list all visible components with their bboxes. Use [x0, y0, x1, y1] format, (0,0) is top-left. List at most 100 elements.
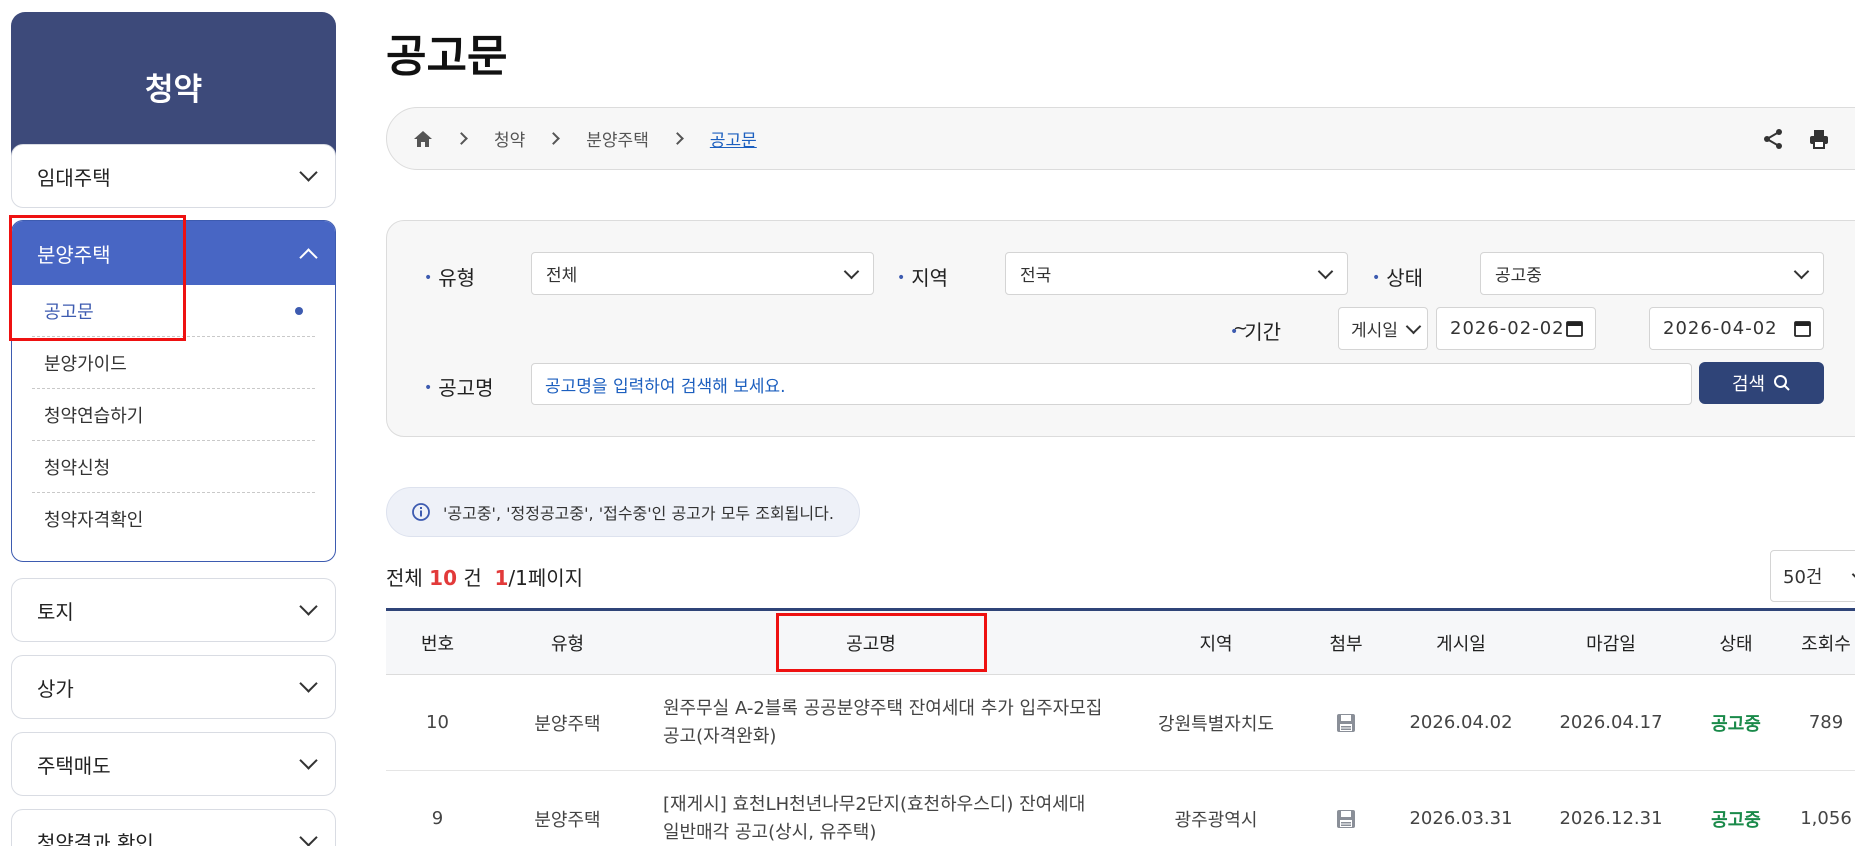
submenu-label: 분양가이드	[44, 353, 127, 375]
row-deadline-date: 2026.04.17	[1559, 712, 1663, 733]
column-header-region: 지역	[1199, 633, 1233, 655]
sidebar-item-rental[interactable]: 임대주택	[11, 144, 336, 208]
submenu-item-notice[interactable]: 공고문	[32, 285, 315, 337]
date-from-input[interactable]: 2026-02-02	[1436, 307, 1596, 350]
row-status-badge: 공고중	[1711, 809, 1761, 831]
sidebar-item-label: 임대주택	[37, 165, 111, 190]
type-select-value: 전체	[546, 266, 578, 286]
breadcrumb-separator-icon	[455, 132, 468, 145]
sidebar-title: 청약	[11, 12, 336, 162]
column-header-attachment: 첨부	[1329, 633, 1363, 655]
column-header-type: 유형	[550, 633, 585, 655]
breadcrumb-current[interactable]: 공고문	[710, 126, 757, 151]
row-attachment[interactable]	[1306, 771, 1386, 846]
share-icon[interactable]	[1762, 128, 1784, 150]
sidebar-item-label: 주택매도	[37, 753, 111, 778]
chevron-down-icon	[1317, 263, 1334, 280]
type-select[interactable]: 전체	[531, 252, 874, 295]
submenu-label: 청약신청	[44, 457, 111, 479]
info-notice: '공고중', '정정공고중', '접수중'인 공고가 모두 조회됩니다.	[386, 487, 860, 537]
row-region: 광주광역시	[1174, 809, 1258, 831]
calendar-icon[interactable]	[1794, 320, 1811, 337]
submenu-item-eligibility[interactable]: 청약자격확인	[32, 493, 315, 545]
search-placeholder: 공고명을 입력하여 검색해 보세요.	[545, 376, 786, 397]
column-header-status: 상태	[1719, 633, 1753, 655]
sidebar-item-commercial[interactable]: 상가	[11, 655, 336, 719]
notice-table: 번호 유형 공고명 지역 첨부 게시일 마감일 상태 조회수 10 분양주택 원…	[386, 608, 1855, 846]
chevron-down-icon	[299, 163, 318, 182]
info-icon	[412, 503, 430, 521]
submenu-item-guide[interactable]: 분양가이드	[32, 337, 315, 389]
row-views: 1,056	[1800, 808, 1852, 829]
submenu-list: 공고문 분양가이드 청약연습하기 청약신청 청약자격확인	[12, 285, 335, 545]
per-page-select[interactable]: 50건	[1770, 550, 1855, 602]
sidebar: 청약 임대주택 분양주택 공고문 분양가이드 청약연습하기 청약신청 청약자격확…	[11, 12, 336, 846]
region-select[interactable]: 전국	[1005, 252, 1348, 295]
result-summary: 전체 10 건 1/1페이지	[386, 566, 584, 590]
row-attachment[interactable]	[1306, 675, 1386, 770]
row-posted-date: 2026.04.02	[1409, 712, 1513, 733]
row-title-link[interactable]: 원주무실 A-2블록 공공분양주택 잔여세대 추가 입주자모집 공고(자격완화)	[663, 675, 1123, 770]
column-header-number: 번호	[420, 633, 455, 655]
search-button[interactable]: 검색	[1699, 362, 1824, 404]
status-select-value: 공고중	[1495, 266, 1542, 286]
breadcrumb-separator-icon	[547, 132, 561, 145]
column-header-title: 공고명	[846, 633, 896, 655]
chevron-down-icon	[299, 828, 318, 846]
date-to-value: 2026-04-02	[1663, 318, 1778, 339]
breadcrumb-separator-icon	[670, 132, 684, 145]
attachment-file-icon[interactable]	[1336, 713, 1356, 733]
submenu-item-practice[interactable]: 청약연습하기	[32, 389, 315, 441]
date-from-value: 2026-02-02	[1450, 318, 1565, 339]
row-title-link[interactable]: [재게시] 효천LH천년나무2단지(효천하우스디) 잔여세대 일반매각 공고(상시…	[663, 771, 1123, 846]
row-number: 9	[431, 808, 444, 829]
home-icon[interactable]	[413, 129, 433, 149]
page-title: 공고문	[386, 31, 508, 82]
row-type: 분양주택	[534, 809, 601, 831]
table-row[interactable]: 9 분양주택 [재게시] 효천LH천년나무2단지(효천하우스디) 잔여세대 일반매…	[386, 771, 1855, 846]
search-icon	[1774, 375, 1790, 391]
sidebar-item-label: 분양주택	[37, 242, 111, 267]
period-type-select[interactable]: 게시일	[1338, 307, 1428, 350]
breadcrumb-item[interactable]: 청약	[494, 126, 525, 151]
chevron-down-icon	[299, 674, 318, 693]
current-page: 1	[494, 566, 509, 590]
active-dot-icon	[295, 306, 303, 315]
row-type: 분양주택	[534, 713, 601, 735]
sidebar-item-sale-housing-header[interactable]: 분양주택	[12, 221, 335, 285]
row-deadline-date: 2026.12.31	[1559, 808, 1663, 829]
sidebar-item-land[interactable]: 토지	[11, 578, 336, 642]
submenu-label: 청약자격확인	[44, 510, 144, 531]
submenu-item-apply[interactable]: 청약신청	[32, 441, 315, 493]
status-select[interactable]: 공고중	[1480, 252, 1824, 295]
sidebar-item-label: 청약결과 확인	[37, 830, 154, 846]
attachment-file-icon[interactable]	[1336, 809, 1356, 829]
chevron-down-icon	[299, 597, 318, 616]
submenu-label: 청약연습하기	[44, 405, 144, 427]
breadcrumb: 청약 분양주택 공고문	[386, 107, 1855, 170]
date-to-input[interactable]: 2026-04-02	[1649, 307, 1824, 350]
row-status-badge: 공고중	[1711, 713, 1761, 735]
column-header-posted: 게시일	[1436, 633, 1486, 655]
table-row[interactable]: 10 분양주택 원주무실 A-2블록 공공분양주택 잔여세대 추가 입주자모집 공…	[386, 675, 1855, 771]
sidebar-item-sale-housing: 분양주택 공고문 분양가이드 청약연습하기 청약신청 청약자격확인	[11, 220, 336, 562]
region-select-value: 전국	[1020, 266, 1052, 286]
print-icon[interactable]	[1808, 128, 1830, 150]
row-posted-date: 2026.03.31	[1409, 808, 1513, 829]
row-views: 789	[1808, 712, 1844, 733]
breadcrumb-item[interactable]: 분양주택	[586, 126, 649, 151]
type-label: • 유형	[424, 266, 476, 290]
chevron-down-icon	[1793, 263, 1810, 280]
sidebar-item-label: 토지	[37, 599, 74, 624]
chevron-up-icon	[299, 247, 318, 267]
status-label: • 상태	[1372, 266, 1424, 290]
notice-name-search-input[interactable]: 공고명을 입력하여 검색해 보세요.	[531, 363, 1692, 405]
calendar-icon[interactable]	[1566, 320, 1583, 337]
sidebar-item-results[interactable]: 청약결과 확인	[11, 809, 336, 846]
sidebar-item-house-sale[interactable]: 주택매도	[11, 732, 336, 796]
sidebar-item-label: 상가	[37, 676, 74, 701]
row-region: 강원특별자치도	[1158, 713, 1274, 735]
period-type-value: 게시일	[1351, 321, 1398, 341]
chevron-down-icon	[1405, 318, 1422, 335]
result-count: 10	[429, 566, 458, 590]
